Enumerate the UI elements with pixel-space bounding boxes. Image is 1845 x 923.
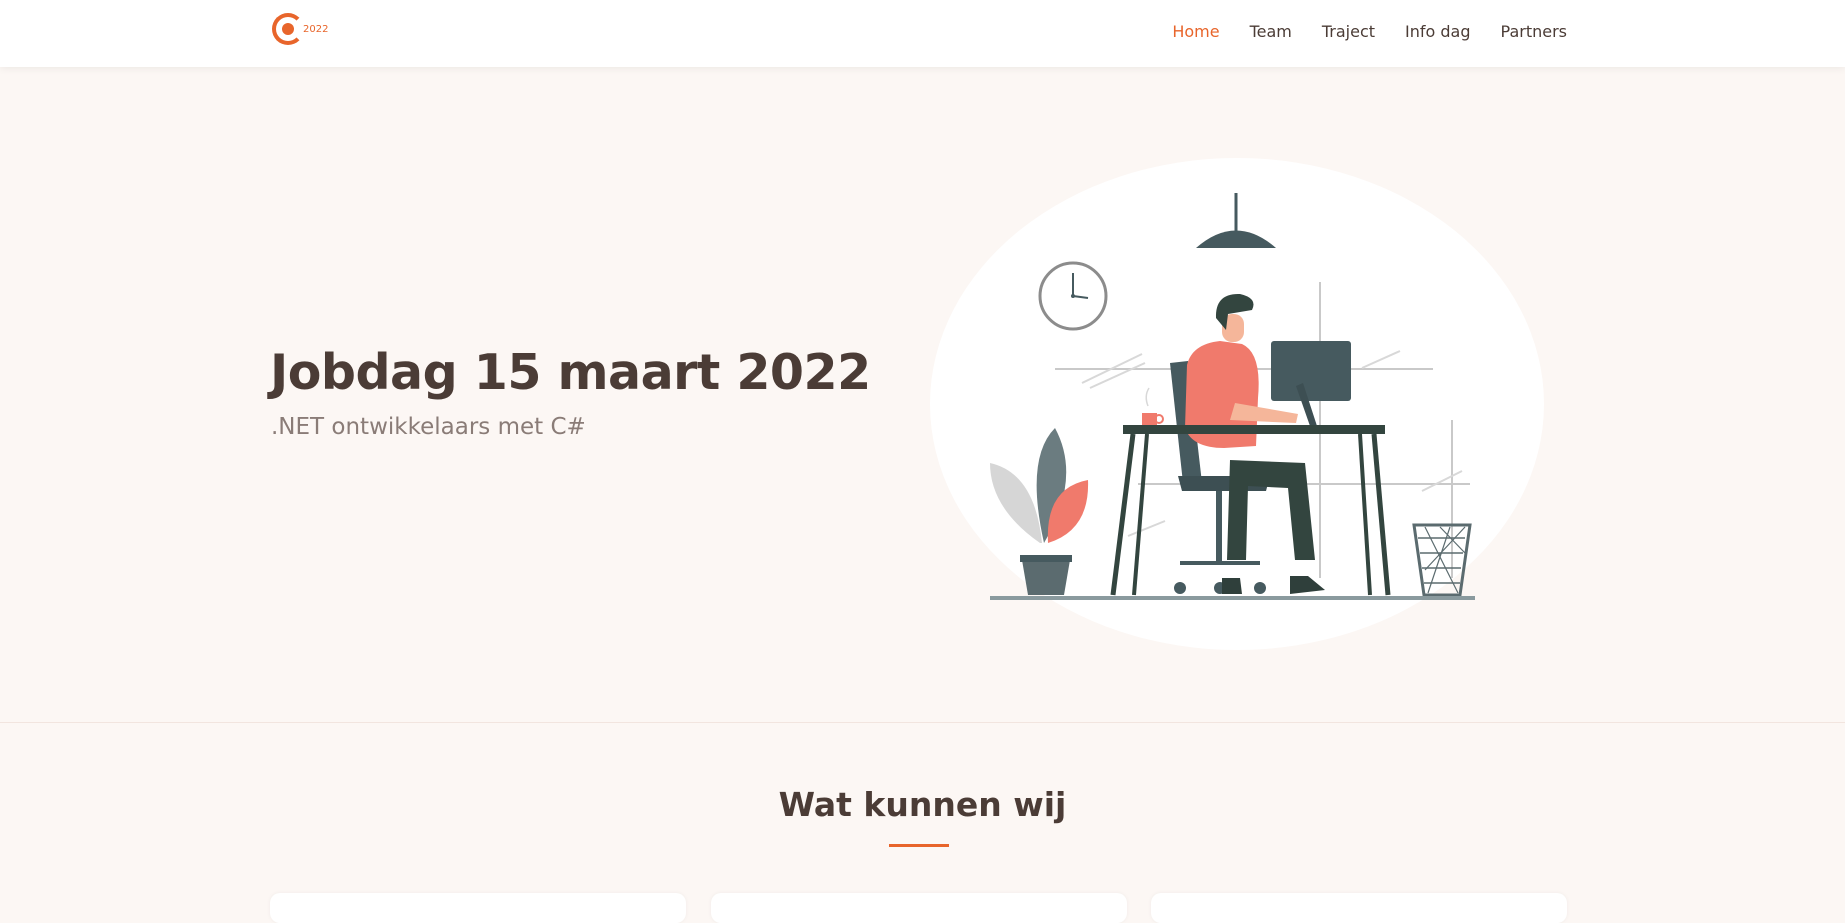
logo-year: 2022 [303,24,329,35]
logo[interactable]: 2022 [270,11,330,53]
navbar: 2022 Home Team Traject Info dag Partners [0,0,1845,67]
logo-dot-icon [282,23,294,35]
nav-item-partners[interactable]: Partners [1501,22,1567,41]
section-divider [0,722,1845,723]
nav-item-info-dag[interactable]: Info dag [1405,22,1470,41]
hero-subtitle: .NET ontwikkelaars met C# [271,414,586,440]
feature-card[interactable] [711,893,1127,923]
wall-clock-icon [1038,261,1108,331]
person-working-at-computer-illustration [930,158,1544,650]
section-title-underline [889,844,949,847]
section-title: Wat kunnen wij [778,785,1067,824]
nav-item-home[interactable]: Home [1172,22,1219,41]
main-nav: Home Team Traject Info dag Partners [1172,22,1567,41]
feature-card[interactable] [1151,893,1567,923]
hero-title: Jobdag 15 maart 2022 [270,344,871,401]
nav-item-team[interactable]: Team [1250,22,1292,41]
feature-card[interactable] [270,893,686,923]
nav-item-traject[interactable]: Traject [1322,22,1375,41]
